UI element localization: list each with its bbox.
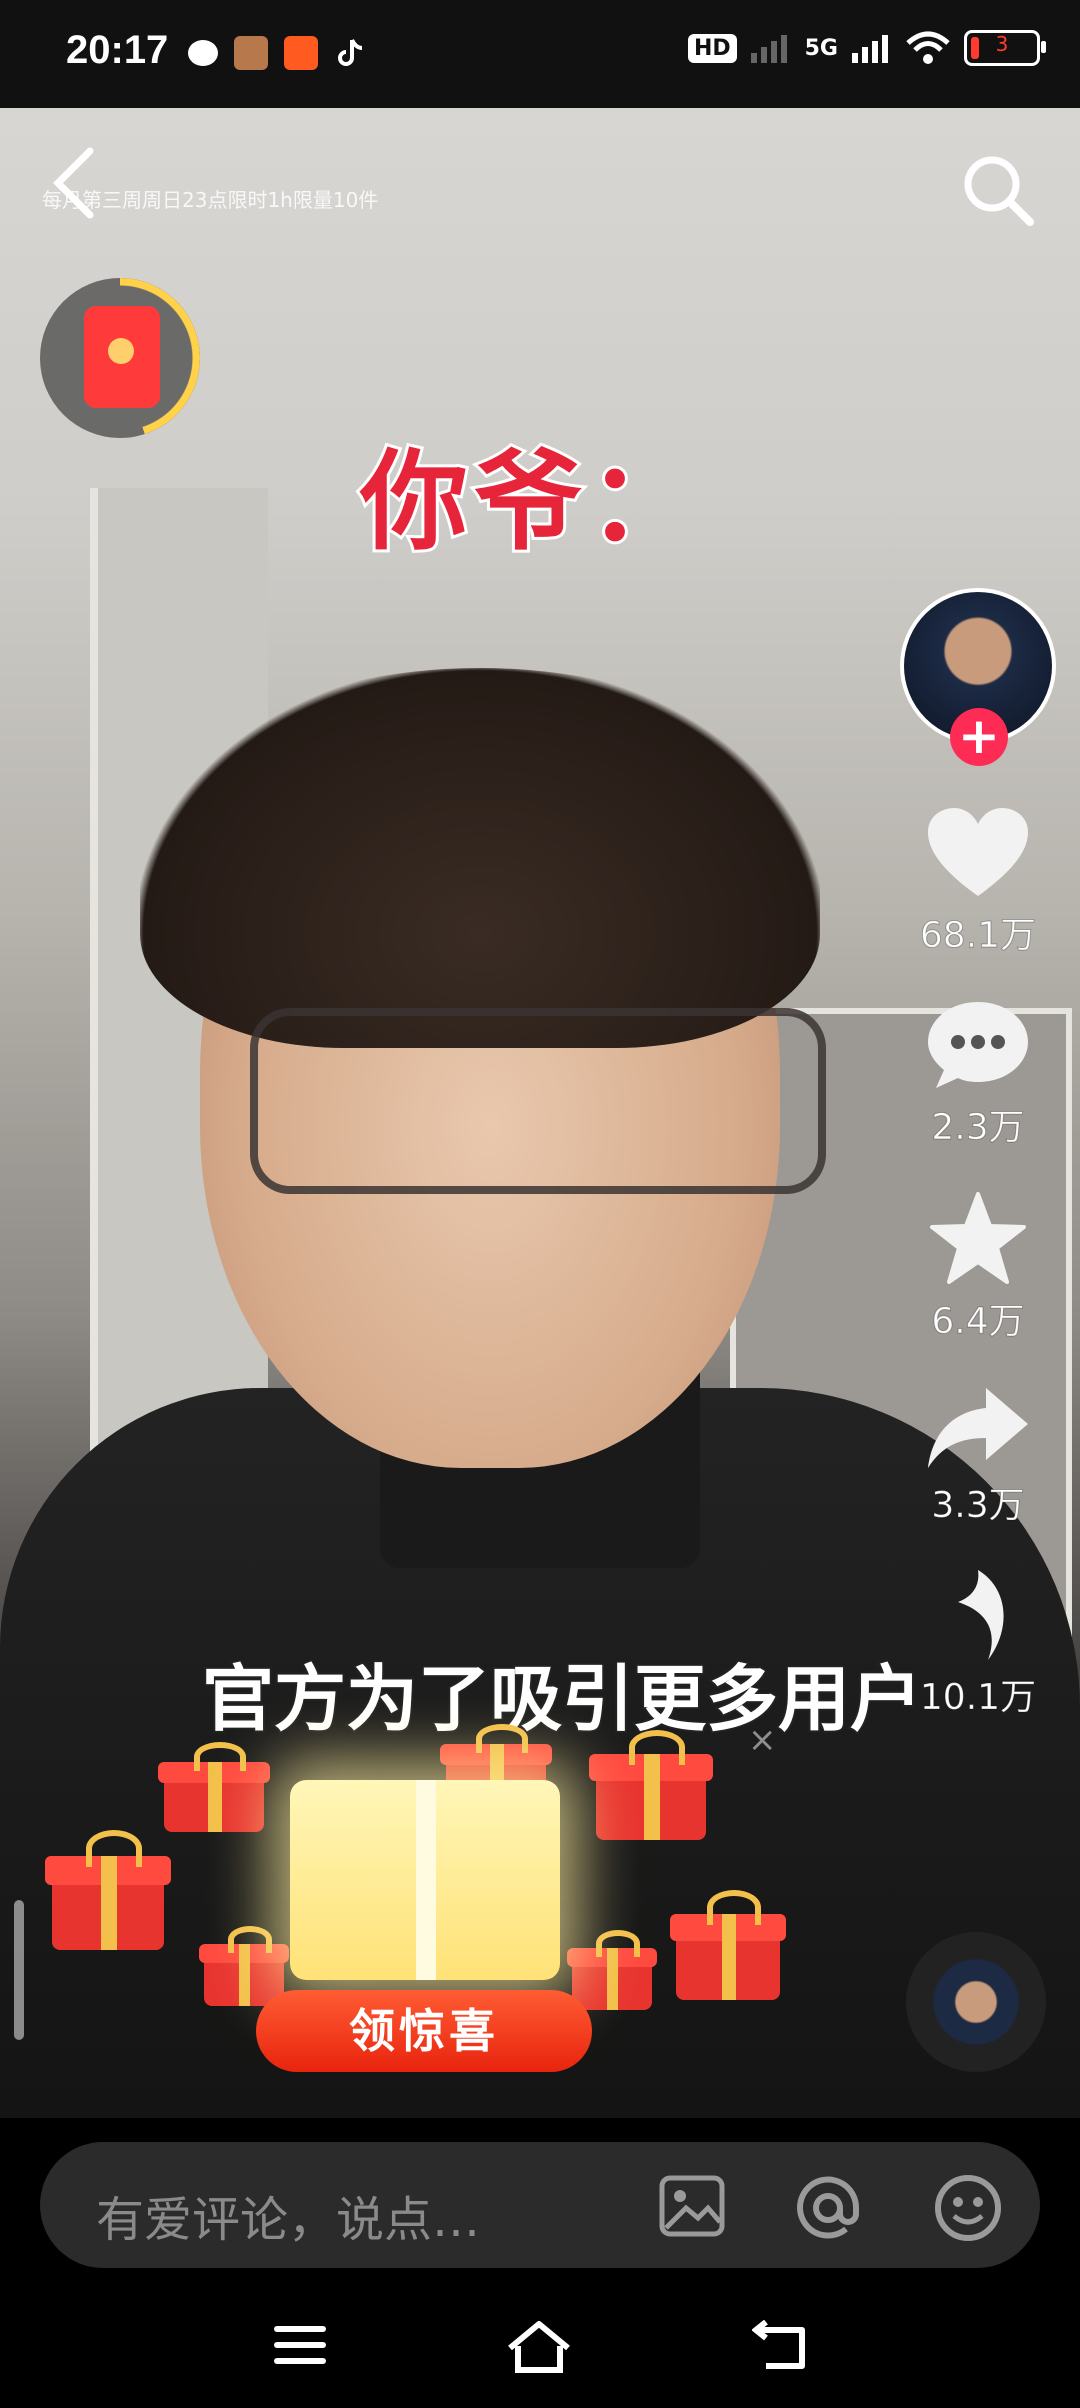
star-icon [930,1192,1026,1284]
signal-icon [852,35,888,63]
music-disc[interactable] [906,1932,1046,2072]
promo-text: 每月第三周周日23点限时1h限量10件 [42,188,379,212]
close-promo-icon[interactable]: × [748,1720,777,1760]
search-icon[interactable] [958,150,1038,230]
caption-bottom: 官方为了吸引更多用户 [200,1655,924,1743]
wechat-icon [188,40,218,66]
comment-bar[interactable]: 有爱评论，说点… [40,2142,1040,2268]
claim-surprise-button[interactable]: 领惊喜 [256,1990,592,2072]
comment-input[interactable]: 有爱评论，说点… [96,2180,480,2250]
kuaishou-icon [284,36,318,70]
like-count: 68.1万 [919,915,1037,957]
person-glasses [250,1008,826,1194]
red-packet-icon [84,306,160,408]
gift-decoration [158,1742,270,1832]
gift-decoration [669,1890,787,2000]
battery-level: 3 [995,32,1009,56]
emoji-icon[interactable] [932,2172,1004,2248]
comment-icon [928,1002,1028,1088]
person-hair [140,668,820,1048]
share-button[interactable]: 3.3万 [898,1384,1058,1528]
gift-decoration [589,1730,713,1840]
image-icon[interactable] [658,2172,726,2244]
at-icon[interactable] [792,2172,864,2248]
favorite-count: 6.4万 [931,1301,1025,1343]
action-column: + 68.1万 2.3万 6.4万 3.3万 10.1万 [898,588,1058,1720]
recommend-count: 10.1万 [919,1677,1037,1719]
gift-decoration [45,1830,171,1950]
signal-weak-icon [750,35,787,63]
network-type: 5G [804,35,838,61]
comment-count: 2.3万 [931,1107,1025,1149]
wifi-icon [906,31,950,64]
recommend-button[interactable]: 10.1万 [898,1568,1058,1720]
share-count: 3.3万 [931,1485,1025,1527]
app-thumbnail-icon [234,36,268,70]
favorite-button[interactable]: 6.4万 [898,1190,1058,1344]
recommend-icon [958,1570,1004,1660]
status-bar: 20:17 HD 5G 3 [0,0,1080,108]
comment-button[interactable]: 2.3万 [898,998,1058,1150]
follow-button[interactable]: + [950,708,1008,766]
system-nav-bar [0,2286,1080,2408]
share-icon [928,1388,1028,1468]
like-button[interactable]: 68.1万 [898,806,1058,958]
gift-decoration [199,1926,289,2006]
tiktok-icon [334,36,368,70]
big-gift-box[interactable] [290,1780,560,1980]
status-time: 20:17 [66,28,169,72]
gift-decoration [567,1930,657,2010]
caption-top: 你爷： [357,437,703,568]
heart-icon [928,808,1028,896]
home-icon[interactable] [506,2320,572,2378]
hd-icon: HD [687,33,737,63]
menu-icon[interactable] [270,2320,330,2374]
scroll-indicator [14,1900,24,2040]
battery-icon: 3 [964,30,1046,66]
creator-avatar[interactable]: + [900,588,1056,766]
red-packet-timer[interactable] [40,278,200,438]
back-nav-icon[interactable] [751,2319,812,2376]
